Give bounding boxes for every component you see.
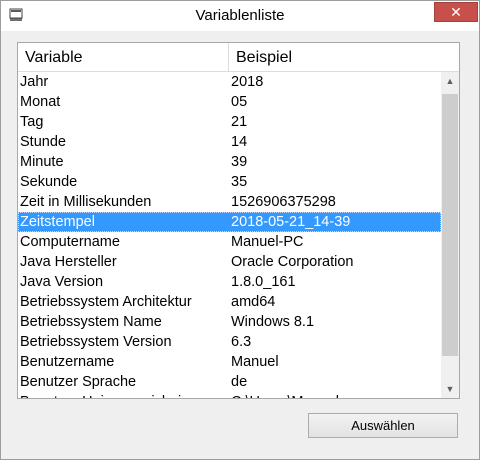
table-row[interactable]: Stunde 14 bbox=[18, 132, 441, 152]
variable-cell: Minute bbox=[20, 154, 64, 170]
window-title: Variablenliste bbox=[195, 7, 285, 24]
vertical-scrollbar[interactable]: ▲ ▼ bbox=[441, 72, 459, 398]
table-row[interactable]: Betriebssystem Version 6.3 bbox=[18, 332, 441, 352]
close-icon: ✕ bbox=[450, 4, 462, 20]
auswaehlen-button[interactable]: Auswählen bbox=[308, 413, 458, 438]
table-header: Variable Beispiel bbox=[18, 43, 459, 72]
beispiel-cell: 1526906375298 bbox=[231, 194, 336, 210]
table-row[interactable]: Tag 21 bbox=[18, 112, 441, 132]
variable-cell: Tag bbox=[20, 114, 44, 130]
variablenliste-window: Variablenliste ✕ Variable Beispiel Jahr 2… bbox=[0, 0, 480, 460]
variable-cell: Java Version bbox=[20, 274, 104, 290]
table-row[interactable]: Benutzer Heimverzeichnis C:\Users\Manuel bbox=[18, 392, 441, 398]
beispiel-cell: de bbox=[231, 374, 248, 390]
table-body: Jahr 2018 Monat 05 Tag 21 Stunde 14 Minute 39 Seku… bbox=[18, 72, 441, 398]
variable-cell: Benutzer Heimverzeichnis bbox=[20, 392, 188, 398]
variable-cell: Betriebssystem Version bbox=[20, 334, 172, 350]
table-row[interactable]: Java Hersteller Oracle Corporation bbox=[18, 252, 441, 272]
table-row[interactable]: Zeit in Millisekunden 1526906375298 bbox=[18, 192, 441, 212]
variable-cell: Benutzername bbox=[20, 354, 115, 370]
beispiel-cell: 05 bbox=[231, 94, 248, 110]
beispiel-cell: amd64 bbox=[231, 294, 276, 310]
beispiel-cell: Manuel bbox=[231, 354, 279, 370]
variable-cell: Betriebssystem Architektur bbox=[20, 294, 192, 310]
title-bar[interactable]: Variablenliste ✕ bbox=[1, 1, 479, 31]
variable-cell: Monat bbox=[20, 94, 61, 110]
column-header-variable[interactable]: Variable bbox=[18, 43, 229, 71]
beispiel-cell: 1.8.0_161 bbox=[231, 274, 296, 290]
beispiel-cell: 6.3 bbox=[231, 334, 252, 350]
beispiel-cell: 21 bbox=[231, 114, 248, 130]
variable-cell: Java Hersteller bbox=[20, 254, 117, 270]
table-row-selected[interactable]: Zeitstempel 2018-05-21_14-39 bbox=[18, 212, 441, 232]
variable-cell: Benutzer Sprache bbox=[20, 374, 137, 390]
table-row[interactable]: Sekunde 35 bbox=[18, 172, 441, 192]
beispiel-cell: 2018-05-21_14-39 bbox=[231, 214, 351, 230]
table-row[interactable]: Computername Manuel-PC bbox=[18, 232, 441, 252]
beispiel-cell: 39 bbox=[231, 154, 248, 170]
variable-cell: Sekunde bbox=[20, 174, 78, 190]
beispiel-cell: 35 bbox=[231, 174, 248, 190]
table-row[interactable]: Java Version 1.8.0_161 bbox=[18, 272, 441, 292]
beispiel-cell: 2018 bbox=[231, 74, 264, 90]
beispiel-cell: Manuel-PC bbox=[231, 234, 304, 250]
scrollbar-thumb[interactable] bbox=[442, 94, 458, 356]
variable-cell: Stunde bbox=[20, 134, 66, 150]
table-row[interactable]: Minute 39 bbox=[18, 152, 441, 172]
variable-cell: Zeitstempel bbox=[20, 214, 95, 230]
table-row[interactable]: Benutzer Sprache de bbox=[18, 372, 441, 392]
variable-cell: Computername bbox=[20, 234, 120, 250]
variable-cell: Zeit in Millisekunden bbox=[20, 194, 152, 210]
table-row[interactable]: Betriebssystem Name Windows 8.1 bbox=[18, 312, 441, 332]
table-row[interactable]: Monat 05 bbox=[18, 92, 441, 112]
beispiel-cell: C:\Users\Manuel bbox=[231, 392, 339, 398]
scroll-down-arrow-icon[interactable]: ▼ bbox=[441, 380, 459, 398]
beispiel-cell: 14 bbox=[231, 134, 248, 150]
scroll-up-arrow-icon[interactable]: ▲ bbox=[441, 72, 459, 90]
beispiel-cell: Windows 8.1 bbox=[231, 314, 315, 330]
table-row[interactable]: Jahr 2018 bbox=[18, 72, 441, 92]
close-button[interactable]: ✕ bbox=[434, 2, 478, 22]
variable-cell: Jahr bbox=[20, 74, 49, 90]
variable-cell: Betriebssystem Name bbox=[20, 314, 162, 330]
beispiel-cell: Oracle Corporation bbox=[231, 254, 354, 270]
column-header-beispiel[interactable]: Beispiel bbox=[229, 43, 459, 71]
table-row[interactable]: Betriebssystem Architektur amd64 bbox=[18, 292, 441, 312]
table-row[interactable]: Benutzername Manuel bbox=[18, 352, 441, 372]
variable-table: Variable Beispiel Jahr 2018 Monat 05 Tag 21 St… bbox=[17, 42, 460, 399]
